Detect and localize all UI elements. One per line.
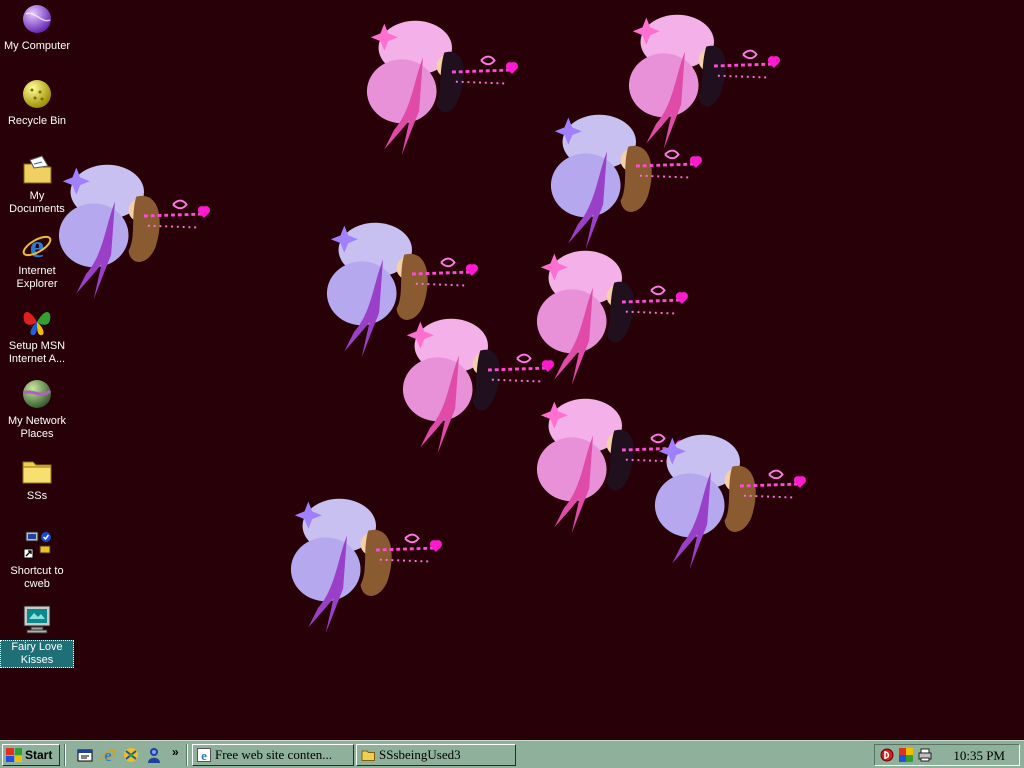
icon-label: Internet Explorer (16, 265, 58, 290)
desktop-icon-network-places[interactable]: My Network Places (0, 379, 74, 441)
icon-label: SSs (26, 490, 48, 502)
task-button-browser[interactable]: e Free web site conten... (192, 744, 354, 766)
desktop-icon-ssfolder[interactable]: SSs (0, 454, 74, 503)
start-button[interactable]: Start (2, 744, 60, 766)
desktop-icon-shortcut-cweb[interactable]: Shortcut to cweb (0, 529, 74, 591)
media-icon[interactable] (122, 746, 140, 764)
taskbar-separator (186, 744, 188, 766)
svg-text:e: e (30, 229, 44, 263)
desktop-icon-recycle-bin[interactable]: Recycle Bin (0, 79, 74, 128)
folder-icon (361, 748, 375, 762)
desktop-icon-fairy-love-kisses[interactable]: Fairy Love Kisses (0, 604, 74, 668)
task-label: SSsbeingUsed3 (379, 747, 461, 762)
fairy-lavender-sprite (638, 428, 813, 573)
network-status-icon[interactable] (899, 748, 913, 762)
desktop-icon-internet-explorer[interactable]: e Internet Explorer (0, 228, 74, 291)
icon-label: Shortcut to cweb (10, 565, 64, 590)
icon-label: My Documents (9, 190, 65, 215)
network-places-icon (20, 379, 54, 413)
fairy-lavender-sprite (534, 108, 709, 253)
fairy-pink-sprite (350, 14, 525, 159)
icon-label: Setup MSN Internet A... (8, 340, 66, 365)
start-label: Start (25, 748, 53, 762)
icon-label: Fairy Love Kisses (0, 640, 74, 668)
taskbar: Start e » e Free web site conten... SSsb… (0, 740, 1024, 768)
svg-text:e: e (201, 748, 207, 762)
icon-label: Recycle Bin (7, 115, 67, 127)
svg-text:e: e (104, 746, 112, 764)
my-computer-icon (20, 4, 54, 38)
icon-label: My Network Places (7, 415, 67, 440)
quick-launch-overflow-chevron[interactable]: » (172, 745, 179, 759)
screensaver-monitor-icon (20, 604, 54, 638)
my-documents-icon (20, 154, 54, 188)
clock[interactable]: 10:35 PM (953, 748, 1005, 764)
desktop-icon-my-computer[interactable]: My Computer (0, 4, 74, 53)
windows-flag-icon (6, 748, 22, 762)
folder-icon (20, 454, 54, 488)
antivirus-icon[interactable] (880, 748, 894, 762)
fairy-lavender-sprite (274, 492, 449, 637)
messenger-icon[interactable] (145, 746, 163, 764)
internet-explorer-icon: e (197, 748, 211, 763)
system-tray: 10:35 PM (874, 744, 1020, 766)
task-label: Free web site conten... (215, 747, 332, 762)
desktop-icon-setup-msn[interactable]: Setup MSN Internet A... (0, 304, 74, 366)
internet-explorer-icon[interactable]: e (99, 746, 117, 765)
desktop-icon-my-documents[interactable]: My Documents (0, 154, 74, 216)
taskbar-separator (64, 744, 66, 766)
shortcut-network-icon (20, 529, 54, 563)
recycle-bin-icon (20, 79, 54, 113)
task-button-folder[interactable]: SSsbeingUsed3 (356, 744, 516, 766)
msn-butterfly-icon (20, 304, 54, 338)
desktop[interactable]: My Computer Recycle Bin My Documents e I… (0, 0, 1024, 740)
printer-icon[interactable] (918, 748, 932, 762)
icon-label: My Computer (3, 40, 71, 52)
internet-explorer-icon: e (20, 228, 54, 264)
show-desktop-icon[interactable] (76, 746, 94, 764)
